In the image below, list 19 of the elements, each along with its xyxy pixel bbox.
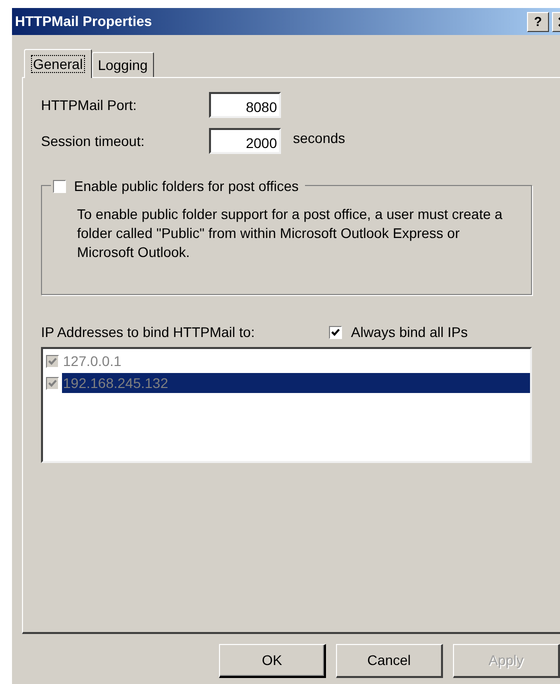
list-item[interactable]: 127.0.0.1 — [62, 351, 530, 371]
window-title: HTTPMail Properties — [15, 12, 152, 31]
field-label: Session timeout: — [41, 132, 146, 150]
checkbox-label[interactable]: Always bind all IPs — [351, 322, 468, 342]
dialog-button[interactable]: OK — [219, 644, 326, 678]
dialog-button[interactable]: Cancel — [336, 644, 443, 678]
field-label: HTTPMail Port: — [41, 96, 138, 114]
checkbox-label[interactable]: Enable public folders for post offices — [74, 176, 299, 197]
list-label: IP Addresses to bind HTTPMail to: — [41, 322, 256, 342]
checkbox[interactable] — [53, 180, 66, 193]
list-item[interactable]: 192.168.245.132 — [62, 373, 530, 393]
description-text: To enable public folder support for a post office, a user must create a folder called "Public" from within Microsoft Outlook Express or Microsoft Outlook. — [77, 205, 504, 262]
unit-label: seconds — [293, 128, 346, 148]
tab[interactable]: General — [24, 49, 92, 78]
input-field[interactable]: 2000 — [209, 128, 281, 154]
input-field[interactable]: 8080 — [209, 92, 281, 118]
tab[interactable]: Logging — [92, 52, 154, 77]
help-button[interactable]: ? — [527, 12, 549, 32]
checkbox[interactable] — [329, 326, 342, 338]
